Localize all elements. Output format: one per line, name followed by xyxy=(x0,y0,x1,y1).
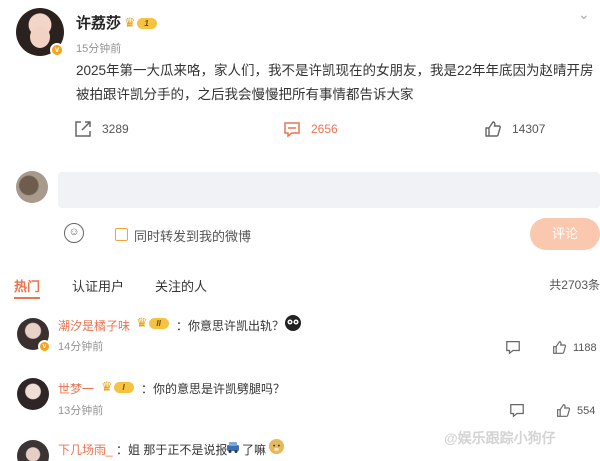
comment-count: 2656 xyxy=(311,122,338,136)
more-icon[interactable]: ⌄ xyxy=(578,6,590,23)
comment-like-count: 1188 xyxy=(573,341,597,354)
comment-time: 13分钟前 xyxy=(58,405,104,417)
commenter-name[interactable]: 潮汐是橘子味 xyxy=(58,317,130,334)
member-level-badge[interactable]: ♛ 1 xyxy=(124,16,157,30)
active-tab-indicator xyxy=(14,297,40,299)
repost-icon xyxy=(75,121,91,137)
commenter-name[interactable]: 下几场雨_ xyxy=(58,441,113,458)
like-icon xyxy=(553,341,567,354)
repost-checkbox[interactable] xyxy=(115,228,128,241)
car-emoji-icon xyxy=(227,442,239,453)
comment-like-button[interactable]: 1188 xyxy=(552,340,597,355)
reply-icon[interactable] xyxy=(505,339,521,355)
level-number: II xyxy=(148,317,169,329)
like-count: 14307 xyxy=(512,122,546,136)
emoji-icon[interactable]: ☺ xyxy=(64,223,84,243)
comment-button[interactable]: 2656 xyxy=(283,118,338,140)
verified-badge-icon: v xyxy=(38,340,51,353)
like-icon xyxy=(485,121,501,137)
comment-input[interactable] xyxy=(58,172,600,208)
post-time[interactable]: 15分钟前 xyxy=(76,40,121,56)
member-level-badge[interactable]: ♛ II xyxy=(136,316,169,330)
level-number: 1 xyxy=(136,17,157,29)
author-name[interactable]: 许荔莎 xyxy=(76,12,121,33)
repost-button[interactable]: 3289 xyxy=(74,118,129,140)
panda-emoji-icon xyxy=(285,315,301,331)
commenter-avatar[interactable] xyxy=(17,440,49,461)
repost-checkbox-label[interactable]: 同时转发到我的微博 xyxy=(134,226,251,245)
like-icon xyxy=(557,404,571,417)
crown-icon: ♛ xyxy=(124,15,136,30)
crown-icon: ♛ xyxy=(136,315,148,330)
watermark: @娱乐跟踪小狗仔 xyxy=(444,430,556,446)
comment-time: 14分钟前 xyxy=(58,341,104,353)
comment-icon xyxy=(284,122,300,138)
comment-like-count: 554 xyxy=(577,404,596,417)
submit-comment-button[interactable]: 评论 xyxy=(530,218,600,250)
comment-text: ：姐 那于正不是说报 xyxy=(116,443,228,457)
member-level-badge[interactable]: ♛ I xyxy=(101,380,134,394)
comment-like-button[interactable]: 554 xyxy=(556,403,595,418)
verified-badge-icon: v xyxy=(50,43,64,57)
comment-text: ：你意思许凯出轨？ xyxy=(176,319,285,333)
reply-icon[interactable] xyxy=(509,402,525,418)
level-number: I xyxy=(113,381,134,393)
comment-text: ：你的意思是许凯劈腿吗？ xyxy=(141,382,286,396)
tab-following[interactable]: 关注的人 xyxy=(155,276,207,295)
current-user-avatar xyxy=(16,171,48,203)
tab-hot[interactable]: 热门 xyxy=(14,276,40,295)
post-text: 2025年第一大瓜来咯，家人们，我不是许凯现在的女朋友，我是22年年底因为赵晴开… xyxy=(76,63,594,102)
doge-emoji-icon xyxy=(268,438,285,455)
comment-text-tail: 了嘛 xyxy=(242,443,267,457)
weibo-post: v 许荔莎 ♛ 1 ⌄ 15分钟前 2025年第一大瓜来咯，家人们，我不是许凯现… xyxy=(0,0,600,160)
commenter-name[interactable]: 世梦一 xyxy=(58,380,94,397)
commenter-avatar[interactable] xyxy=(17,378,49,410)
tab-verified-users[interactable]: 认证用户 xyxy=(72,276,124,295)
comment-filter-tabs: 热门 认证用户 关注的人 共2703条 xyxy=(0,276,600,299)
like-button[interactable]: 14307 xyxy=(484,118,545,140)
crown-icon: ♛ xyxy=(101,379,113,394)
repost-count: 3289 xyxy=(102,122,129,136)
comment-total: 共2703条 xyxy=(549,278,600,292)
